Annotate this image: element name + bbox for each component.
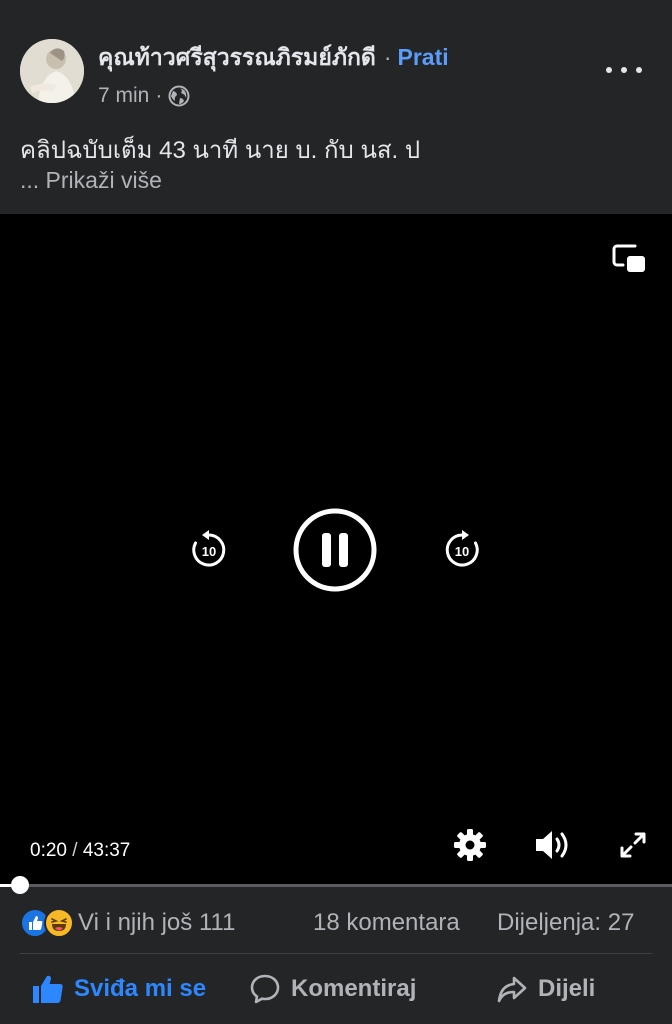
duration: 43:37 bbox=[82, 840, 131, 861]
comment-button[interactable]: Komentiraj bbox=[249, 966, 416, 1012]
fullscreen-icon bbox=[620, 832, 646, 858]
settings-button[interactable] bbox=[452, 827, 488, 863]
follow-button[interactable]: Prati bbox=[398, 44, 449, 70]
post-stats: Vi i njih još 111 18 komentara Dijeljenj… bbox=[0, 893, 672, 951]
forward-10-icon: 10 bbox=[445, 530, 479, 567]
share-button[interactable]: Dijeli bbox=[496, 966, 595, 1012]
rewind-seconds: 10 bbox=[202, 544, 216, 559]
progress-bar[interactable] bbox=[0, 876, 672, 894]
volume-icon bbox=[536, 831, 568, 859]
avatar-image bbox=[20, 39, 84, 103]
globe-icon bbox=[168, 85, 190, 107]
haha-reaction-icon bbox=[44, 908, 74, 938]
like-button[interactable]: Sviđa mi se bbox=[32, 966, 206, 1012]
more-dot bbox=[606, 67, 612, 73]
picture-in-picture-icon bbox=[612, 244, 645, 272]
post-meta: 7 min · bbox=[98, 84, 190, 108]
comment-icon bbox=[250, 974, 280, 1004]
reactions-summary[interactable]: Vi i njih još 111 bbox=[78, 909, 235, 937]
meta-separator: · bbox=[155, 84, 163, 107]
author-separator: · bbox=[383, 44, 392, 70]
comment-label: Komentiraj bbox=[291, 975, 417, 1002]
volume-button[interactable] bbox=[533, 826, 571, 864]
forward-seconds: 10 bbox=[455, 544, 469, 559]
post-caption: คลิปฉบับเต็ม 43 นาที นาย บ. กับ นส. ป bbox=[20, 137, 421, 164]
forward-button[interactable]: 10 bbox=[441, 529, 483, 571]
like-label: Sviđa mi se bbox=[74, 975, 207, 1002]
share-label: Dijeli bbox=[538, 975, 596, 1002]
video-player[interactable]: 10 10 0:20 / 43:37 bbox=[0, 214, 672, 894]
rewind-button[interactable]: 10 bbox=[188, 529, 230, 571]
more-dot bbox=[621, 67, 627, 73]
more-dot bbox=[636, 67, 642, 73]
actions-divider bbox=[20, 953, 652, 954]
reaction-icons[interactable] bbox=[20, 907, 76, 938]
post-time[interactable]: 7 min bbox=[98, 84, 149, 108]
author-name[interactable]: คุณท้าวศรีสุวรรณภิรมย์ภักดี bbox=[98, 44, 376, 70]
shares-count[interactable]: Dijeljenja: 27 bbox=[497, 909, 634, 937]
author-row: คุณท้าวศรีสุวรรณภิรมย์ภักดี · Prati bbox=[98, 40, 449, 76]
time-readout: 0:20 / 43:37 bbox=[30, 840, 130, 862]
see-more-link[interactable]: ... Prikaži više bbox=[20, 167, 162, 194]
rewind-10-icon: 10 bbox=[192, 530, 226, 567]
time-separator: / bbox=[72, 840, 78, 861]
thumbs-up-icon bbox=[33, 975, 63, 1003]
pause-button[interactable] bbox=[292, 507, 378, 593]
gear-icon bbox=[454, 829, 486, 861]
more-options-button[interactable] bbox=[606, 58, 642, 82]
post-header: คุณท้าวศรีสุวรรณภิรมย์ภักดี · Prati 7 min … bbox=[0, 0, 672, 214]
progress-thumb[interactable] bbox=[11, 876, 29, 894]
share-arrow-icon bbox=[497, 976, 527, 1003]
author-avatar[interactable] bbox=[20, 39, 84, 103]
pause-icon bbox=[293, 508, 377, 592]
current-time: 0:20 bbox=[30, 840, 67, 861]
fullscreen-button[interactable] bbox=[618, 830, 648, 860]
comments-count[interactable]: 18 komentara bbox=[313, 909, 460, 937]
picture-in-picture-button[interactable] bbox=[611, 242, 647, 276]
